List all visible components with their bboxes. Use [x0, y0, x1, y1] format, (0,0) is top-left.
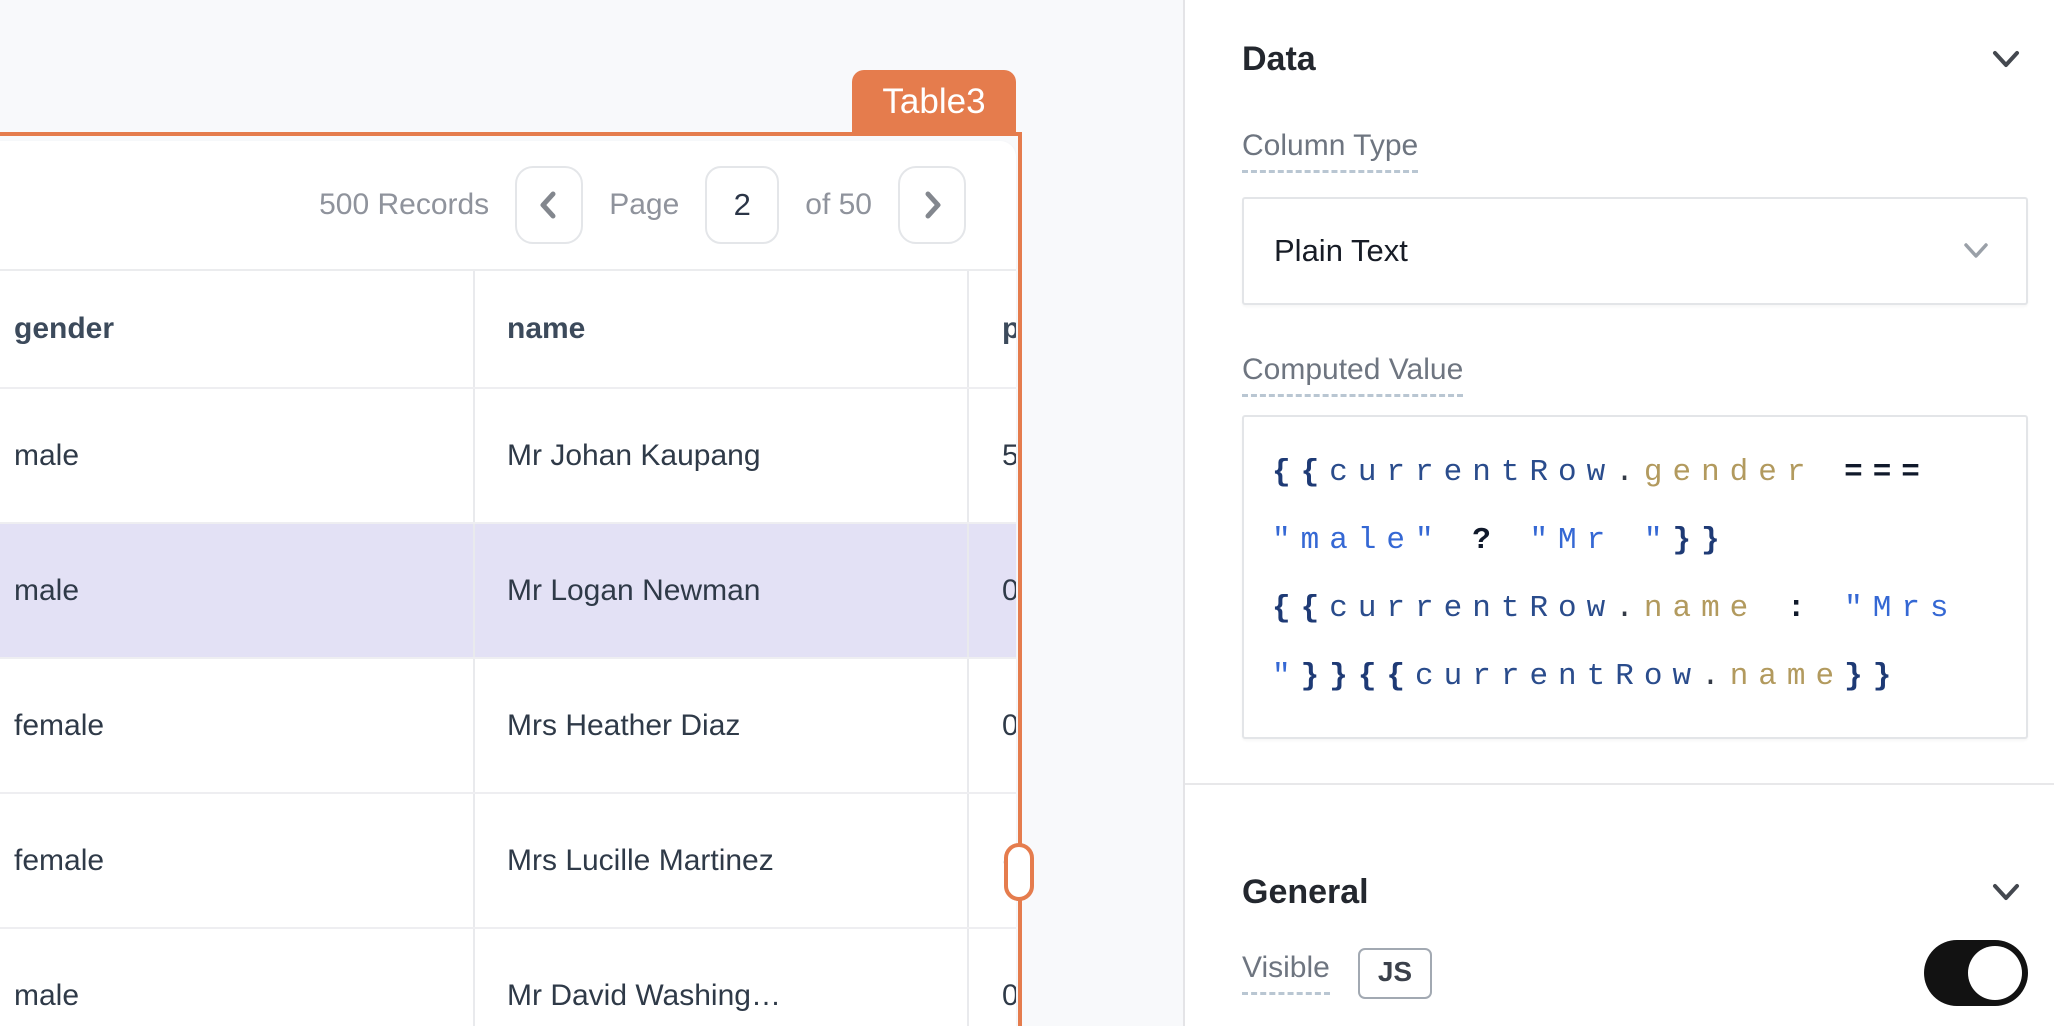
visible-toggle[interactable]	[1924, 940, 2028, 1006]
column-type-select[interactable]: Plain Text	[1242, 197, 2028, 305]
properties-panel: Data Column Type Plain Text Computed Val…	[1183, 0, 2054, 1026]
cell-p: 0	[967, 524, 1016, 657]
visible-label: Visible	[1242, 951, 1330, 995]
code-line: {{currentRow.name : "Mrs	[1272, 575, 1998, 643]
table3-widget: 500 Records Page of 50 gendernamep maleM…	[0, 141, 1016, 1026]
chevron-down-icon[interactable]	[1984, 878, 2028, 908]
page-total: of 50	[805, 188, 872, 222]
cell-p: 0	[967, 929, 1016, 1026]
column-header-name[interactable]: name	[473, 271, 967, 387]
chevron-left-icon	[532, 188, 566, 222]
selection-border-top	[0, 132, 1022, 136]
cell-name: Mr Logan Newman	[473, 524, 967, 657]
table3-widget-tab[interactable]: Table3	[852, 70, 1016, 134]
general-section-title: General	[1242, 873, 1369, 912]
records-count: 500 Records	[319, 188, 489, 222]
cell-p: 5	[967, 389, 1016, 522]
cell-gender: male	[0, 524, 473, 657]
code-line: "}}{{currentRow.name}}	[1272, 643, 1998, 711]
table-row[interactable]: maleMr David Washing…0	[0, 927, 1016, 1026]
column-type-value: Plain Text	[1274, 233, 1408, 269]
cell-name: Mr David Washing…	[473, 929, 967, 1026]
cell-gender: female	[0, 794, 473, 927]
data-section-header[interactable]: Data	[1242, 40, 2028, 79]
column-header-p[interactable]: p	[967, 271, 1016, 387]
column-type-label: Column Type	[1242, 129, 2028, 173]
app-screen: Table3 500 Records Page of 50	[0, 0, 2054, 1026]
cell-name: Mrs Lucille Martinez	[473, 794, 967, 927]
cell-p: 0	[967, 659, 1016, 792]
cell-gender: female	[0, 659, 473, 792]
js-toggle-badge[interactable]: JS	[1358, 948, 1432, 999]
chevron-down-icon	[1956, 238, 1996, 264]
table-row[interactable]: femaleMrs Heather Diaz0	[0, 657, 1016, 792]
resize-handle-right[interactable]	[1004, 843, 1034, 901]
page-input[interactable]	[705, 166, 779, 244]
next-page-button[interactable]	[898, 166, 966, 244]
prev-page-button[interactable]	[515, 166, 583, 244]
chevron-right-icon	[915, 188, 949, 222]
cell-gender: male	[0, 389, 473, 522]
toggle-knob	[1968, 946, 2022, 1000]
data-section-title: Data	[1242, 40, 1316, 79]
table-row[interactable]: maleMr Johan Kaupang5	[0, 387, 1016, 522]
visible-property-row: Visible JS	[1242, 940, 2028, 1006]
table-row[interactable]: femaleMrs Lucille Martinez(4	[0, 792, 1016, 927]
chevron-down-icon[interactable]	[1984, 45, 2028, 75]
cell-name: Mrs Heather Diaz	[473, 659, 967, 792]
table-pagination: 500 Records Page of 50	[0, 141, 1016, 269]
cell-gender: male	[0, 929, 473, 1026]
computed-value-label: Computed Value	[1242, 353, 2028, 397]
column-header-gender[interactable]: gender	[0, 271, 473, 387]
app-canvas: Table3 500 Records Page of 50	[0, 0, 1183, 1026]
table-header-row: gendernamep	[0, 269, 1016, 387]
cell-name: Mr Johan Kaupang	[473, 389, 967, 522]
table-body: maleMr Johan Kaupang5maleMr Logan Newman…	[0, 387, 1016, 1026]
general-section-header[interactable]: General	[1242, 873, 2028, 912]
code-line: "male" ? "Mr "}}	[1272, 507, 1998, 575]
section-divider	[1185, 783, 2054, 785]
code-editor[interactable]: {{currentRow.gender ==="male" ? "Mr "}}{…	[1242, 415, 2028, 739]
table-row[interactable]: maleMr Logan Newman0	[0, 522, 1016, 657]
page-label: Page	[609, 188, 679, 222]
code-line: {{currentRow.gender ===	[1272, 439, 1998, 507]
